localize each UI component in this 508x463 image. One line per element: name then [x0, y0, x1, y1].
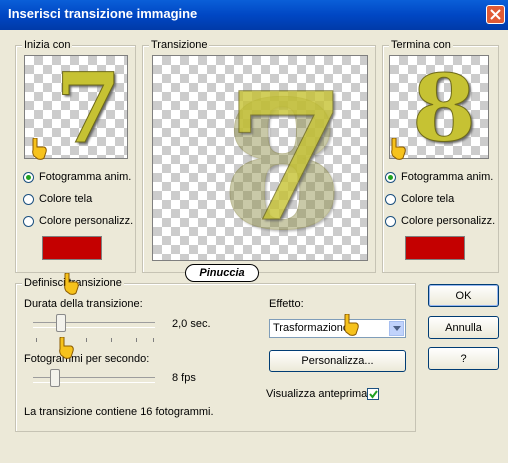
end-option-frame-label: Fotogramma anim. — [401, 171, 494, 183]
start-option-frame-label: Fotogramma anim. — [39, 171, 132, 183]
start-option-custom-label: Colore personalizz. — [39, 215, 134, 227]
transition-group-label: Transizione — [149, 39, 210, 51]
dropdown-arrow-icon[interactable] — [389, 321, 404, 336]
start-color-swatch[interactable] — [42, 236, 102, 260]
transition-digit-front: 7 — [224, 55, 348, 261]
pointing-hand-icon — [64, 273, 79, 295]
fps-label: Fotogrammi per secondo: — [24, 353, 150, 365]
fps-slider-thumb[interactable] — [50, 369, 60, 387]
start-group-label: Inizia con — [22, 39, 73, 51]
radio-button[interactable] — [385, 215, 396, 227]
window-title: Inserisci transizione immagine — [8, 6, 198, 21]
duration-tick — [86, 338, 87, 342]
duration-tick — [153, 338, 154, 342]
duration-tick — [36, 338, 37, 342]
end-option-frame[interactable]: Fotogramma anim. — [385, 170, 493, 184]
duration-slider-track[interactable] — [33, 322, 155, 328]
cancel-button-label: Annulla — [445, 321, 482, 334]
pointing-hand-icon — [32, 138, 47, 160]
end-option-custom-label: Colore personalizz. — [401, 215, 496, 227]
ok-button[interactable]: OK — [428, 284, 499, 307]
pointing-hand-icon — [59, 337, 74, 359]
pointing-hand-icon — [344, 314, 359, 336]
duration-tick — [136, 338, 137, 342]
customize-button[interactable]: Personalizza... — [269, 350, 406, 372]
close-icon — [490, 9, 501, 20]
fps-value: 8 fps — [172, 372, 196, 384]
ok-button-label: OK — [455, 289, 472, 302]
start-option-canvas-label: Colore tela — [39, 193, 93, 205]
help-button-label: ? — [460, 352, 467, 365]
end-option-custom[interactable]: Colore personalizz. — [385, 214, 495, 228]
title-bar: Inserisci transizione immagine — [0, 0, 508, 30]
effect-select[interactable]: Trasformazione — [269, 319, 406, 338]
end-digit: 8 — [411, 55, 477, 159]
radio-button[interactable] — [23, 171, 34, 183]
duration-slider-thumb[interactable] — [56, 314, 66, 332]
watermark: Pinuccia — [185, 264, 259, 282]
checkmark-icon — [369, 390, 378, 399]
radio-button[interactable] — [385, 193, 396, 205]
duration-tick — [111, 338, 112, 342]
cancel-button[interactable]: Annulla — [428, 316, 499, 339]
end-group-label: Termina con — [389, 39, 453, 51]
effect-select-value: Trasformazione — [273, 322, 350, 334]
start-option-custom[interactable]: Colore personalizz. — [23, 214, 133, 228]
duration-value: 2,0 sec. — [172, 318, 211, 330]
start-option-frame[interactable]: Fotogramma anim. — [23, 170, 131, 184]
end-color-swatch[interactable] — [405, 236, 465, 260]
customize-button-label: Personalizza... — [301, 355, 374, 367]
effect-label: Effetto: — [269, 298, 304, 310]
close-button[interactable] — [486, 5, 505, 24]
end-option-canvas-label: Colore tela — [401, 193, 455, 205]
radio-button[interactable] — [23, 215, 34, 227]
frames-summary: La transizione contiene 16 fotogrammi. — [24, 406, 214, 418]
start-option-canvas[interactable]: Colore tela — [23, 192, 92, 206]
preview-label: Visualizza anteprima — [266, 388, 368, 400]
help-button[interactable]: ? — [428, 347, 499, 370]
radio-button[interactable] — [23, 193, 34, 205]
start-digit: 7 — [55, 55, 123, 159]
preview-checkbox[interactable] — [367, 388, 379, 400]
end-option-canvas[interactable]: Colore tela — [385, 192, 454, 206]
pointing-hand-icon — [391, 138, 406, 160]
radio-button[interactable] — [385, 171, 396, 183]
transition-preview: 8 7 — [152, 55, 368, 261]
duration-label: Durata della transizione: — [24, 298, 143, 310]
